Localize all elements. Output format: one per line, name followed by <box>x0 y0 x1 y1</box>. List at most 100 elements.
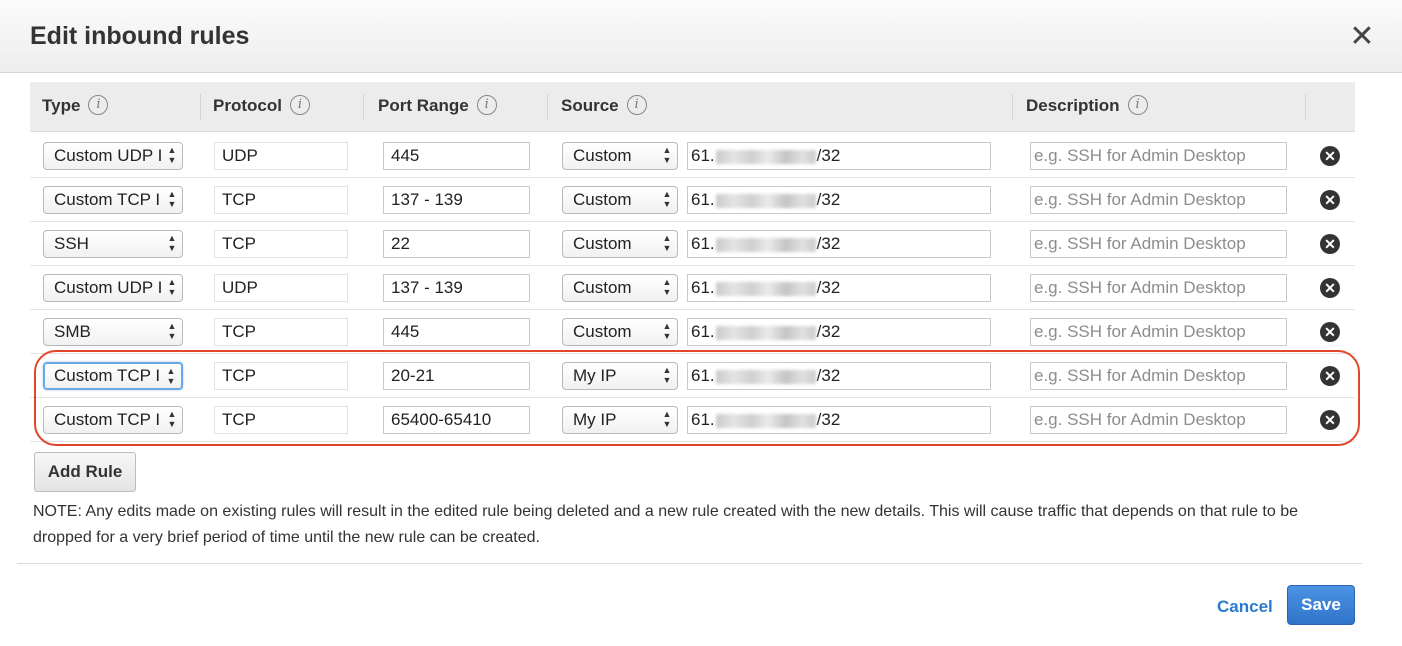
type-select-value: Custom TCP I <box>54 366 161 385</box>
source-select-value: My IP <box>573 410 617 429</box>
type-select[interactable]: Custom UDP I ▲ ▼ <box>43 274 183 302</box>
source-cidr-input[interactable]: 61. /32 <box>687 142 991 170</box>
delete-rule-icon[interactable]: ✕ <box>1320 410 1340 430</box>
type-select[interactable]: Custom TCP I ▲ ▼ <box>43 362 183 390</box>
cancel-button[interactable]: Cancel <box>1217 597 1273 617</box>
source-select[interactable]: Custom ▲ ▼ <box>562 318 678 346</box>
column-divider <box>363 94 364 120</box>
column-header-source-label: Source <box>561 96 619 115</box>
port-range-input[interactable]: 137 - 139 <box>383 274 530 302</box>
source-cidr-input[interactable]: 61. /32 <box>687 186 991 214</box>
column-divider <box>547 94 548 120</box>
source-cidr-input[interactable]: 61. /32 <box>687 274 991 302</box>
select-arrows-icon: ▲ ▼ <box>167 321 177 341</box>
redacted-ip-blur <box>715 149 816 164</box>
redacted-ip-blur <box>715 281 816 296</box>
column-header-type-label: Type <box>42 96 81 115</box>
info-icon[interactable]: i <box>626 94 647 115</box>
table-row: Custom TCP I ▲ ▼ TCP 20-21 My IP ▲ ▼ 61. /32 e.g. … <box>30 354 1355 398</box>
select-arrows-icon: ▲ ▼ <box>167 409 177 429</box>
type-select-value: SMB <box>54 322 91 341</box>
protocol-field: UDP <box>214 142 348 170</box>
description-input[interactable]: e.g. SSH for Admin Desktop <box>1030 274 1287 302</box>
source-select[interactable]: Custom ▲ ▼ <box>562 230 678 258</box>
ip-suffix: /32 <box>816 278 841 297</box>
type-select[interactable]: SSH ▲ ▼ <box>43 230 183 258</box>
protocol-field: TCP <box>214 362 348 390</box>
type-select-value: Custom TCP I <box>54 190 161 209</box>
info-icon[interactable]: i <box>289 94 310 115</box>
delete-rule-icon[interactable]: ✕ <box>1320 234 1340 254</box>
port-range-input[interactable]: 22 <box>383 230 530 258</box>
description-placeholder: e.g. SSH for Admin Desktop <box>1034 366 1246 385</box>
delete-rule-icon[interactable]: ✕ <box>1320 278 1340 298</box>
type-select-value: Custom UDP I <box>54 278 163 297</box>
source-cidr-input[interactable]: 61. /32 <box>687 230 991 258</box>
port-range-input[interactable]: 20-21 <box>383 362 530 390</box>
description-input[interactable]: e.g. SSH for Admin Desktop <box>1030 318 1287 346</box>
description-input[interactable]: e.g. SSH for Admin Desktop <box>1030 186 1287 214</box>
redacted-ip-blur <box>715 413 816 428</box>
add-rule-button[interactable]: Add Rule <box>34 452 136 492</box>
select-arrows-icon: ▲ ▼ <box>662 189 672 209</box>
column-header-port-range-label: Port Range <box>378 96 469 115</box>
column-header-port-range: Port Range i <box>378 82 497 132</box>
info-icon[interactable]: i <box>476 94 497 115</box>
select-arrows-icon: ▲ ▼ <box>167 145 177 165</box>
description-placeholder: e.g. SSH for Admin Desktop <box>1034 278 1246 297</box>
select-arrows-icon: ▲ ▼ <box>167 189 177 209</box>
source-select-value: Custom <box>573 322 632 341</box>
source-select-value: Custom <box>573 190 632 209</box>
info-icon[interactable]: i <box>88 94 109 115</box>
source-cidr-input[interactable]: 61. /32 <box>687 406 991 434</box>
table-row: SSH ▲ ▼ TCP 22 Custom ▲ ▼ 61. /32 e.g. SSH for Adm… <box>30 222 1355 266</box>
ip-prefix: 61. <box>691 366 715 385</box>
source-select[interactable]: Custom ▲ ▼ <box>562 274 678 302</box>
port-range-input[interactable]: 65400-65410 <box>383 406 530 434</box>
ip-prefix: 61. <box>691 234 715 253</box>
description-input[interactable]: e.g. SSH for Admin Desktop <box>1030 406 1287 434</box>
delete-rule-icon[interactable]: ✕ <box>1320 190 1340 210</box>
ip-suffix: /32 <box>816 190 841 209</box>
delete-rule-icon[interactable]: ✕ <box>1320 366 1340 386</box>
description-placeholder: e.g. SSH for Admin Desktop <box>1034 234 1246 253</box>
dialog-title: Edit inbound rules <box>30 22 250 50</box>
source-select[interactable]: Custom ▲ ▼ <box>562 186 678 214</box>
type-select-value: Custom TCP I <box>54 410 161 429</box>
description-input[interactable]: e.g. SSH for Admin Desktop <box>1030 142 1287 170</box>
delete-rule-icon[interactable]: ✕ <box>1320 146 1340 166</box>
source-select[interactable]: My IP ▲ ▼ <box>562 362 678 390</box>
close-icon[interactable]: ✕ <box>1349 22 1375 52</box>
type-select[interactable]: Custom TCP I ▲ ▼ <box>43 406 183 434</box>
type-select[interactable]: Custom UDP I ▲ ▼ <box>43 142 183 170</box>
port-range-input[interactable]: 137 - 139 <box>383 186 530 214</box>
source-cidr-input[interactable]: 61. /32 <box>687 362 991 390</box>
source-select[interactable]: Custom ▲ ▼ <box>562 142 678 170</box>
source-select-value: My IP <box>573 366 617 385</box>
description-input[interactable]: e.g. SSH for Admin Desktop <box>1030 362 1287 390</box>
port-range-input[interactable]: 445 <box>383 318 530 346</box>
info-icon[interactable]: i <box>1127 94 1148 115</box>
delete-rule-icon[interactable]: ✕ <box>1320 322 1340 342</box>
redacted-ip-blur <box>715 325 816 340</box>
select-arrows-icon: ▲ ▼ <box>662 409 672 429</box>
type-select[interactable]: SMB ▲ ▼ <box>43 318 183 346</box>
table-row: Custom UDP I ▲ ▼ UDP 137 - 139 Custom ▲ ▼ 61./32… <box>30 266 1355 310</box>
ip-prefix: 61. <box>691 322 715 341</box>
column-divider <box>1012 94 1013 120</box>
description-placeholder: e.g. SSH for Admin Desktop <box>1034 146 1246 165</box>
edit-note: NOTE: Any edits made on existing rules w… <box>33 503 1299 546</box>
ip-suffix: /32 <box>816 234 841 253</box>
type-select[interactable]: Custom TCP I ▲ ▼ <box>43 186 183 214</box>
source-select[interactable]: My IP ▲ ▼ <box>562 406 678 434</box>
source-cidr-input[interactable]: 61. /32 <box>687 318 991 346</box>
save-button[interactable]: Save <box>1287 585 1355 625</box>
port-range-input[interactable]: 445 <box>383 142 530 170</box>
protocol-field: TCP <box>214 318 348 346</box>
source-select-value: Custom <box>573 234 632 253</box>
table-row: SMB ▲ ▼ TCP 445 Custom ▲ ▼ 61. /32 e.g. SSH for Ad… <box>30 310 1355 354</box>
source-select-value: Custom <box>573 146 632 165</box>
description-input[interactable]: e.g. SSH for Admin Desktop <box>1030 230 1287 258</box>
select-arrows-icon: ▲ ▼ <box>167 233 177 253</box>
type-select-value: SSH <box>54 234 89 253</box>
